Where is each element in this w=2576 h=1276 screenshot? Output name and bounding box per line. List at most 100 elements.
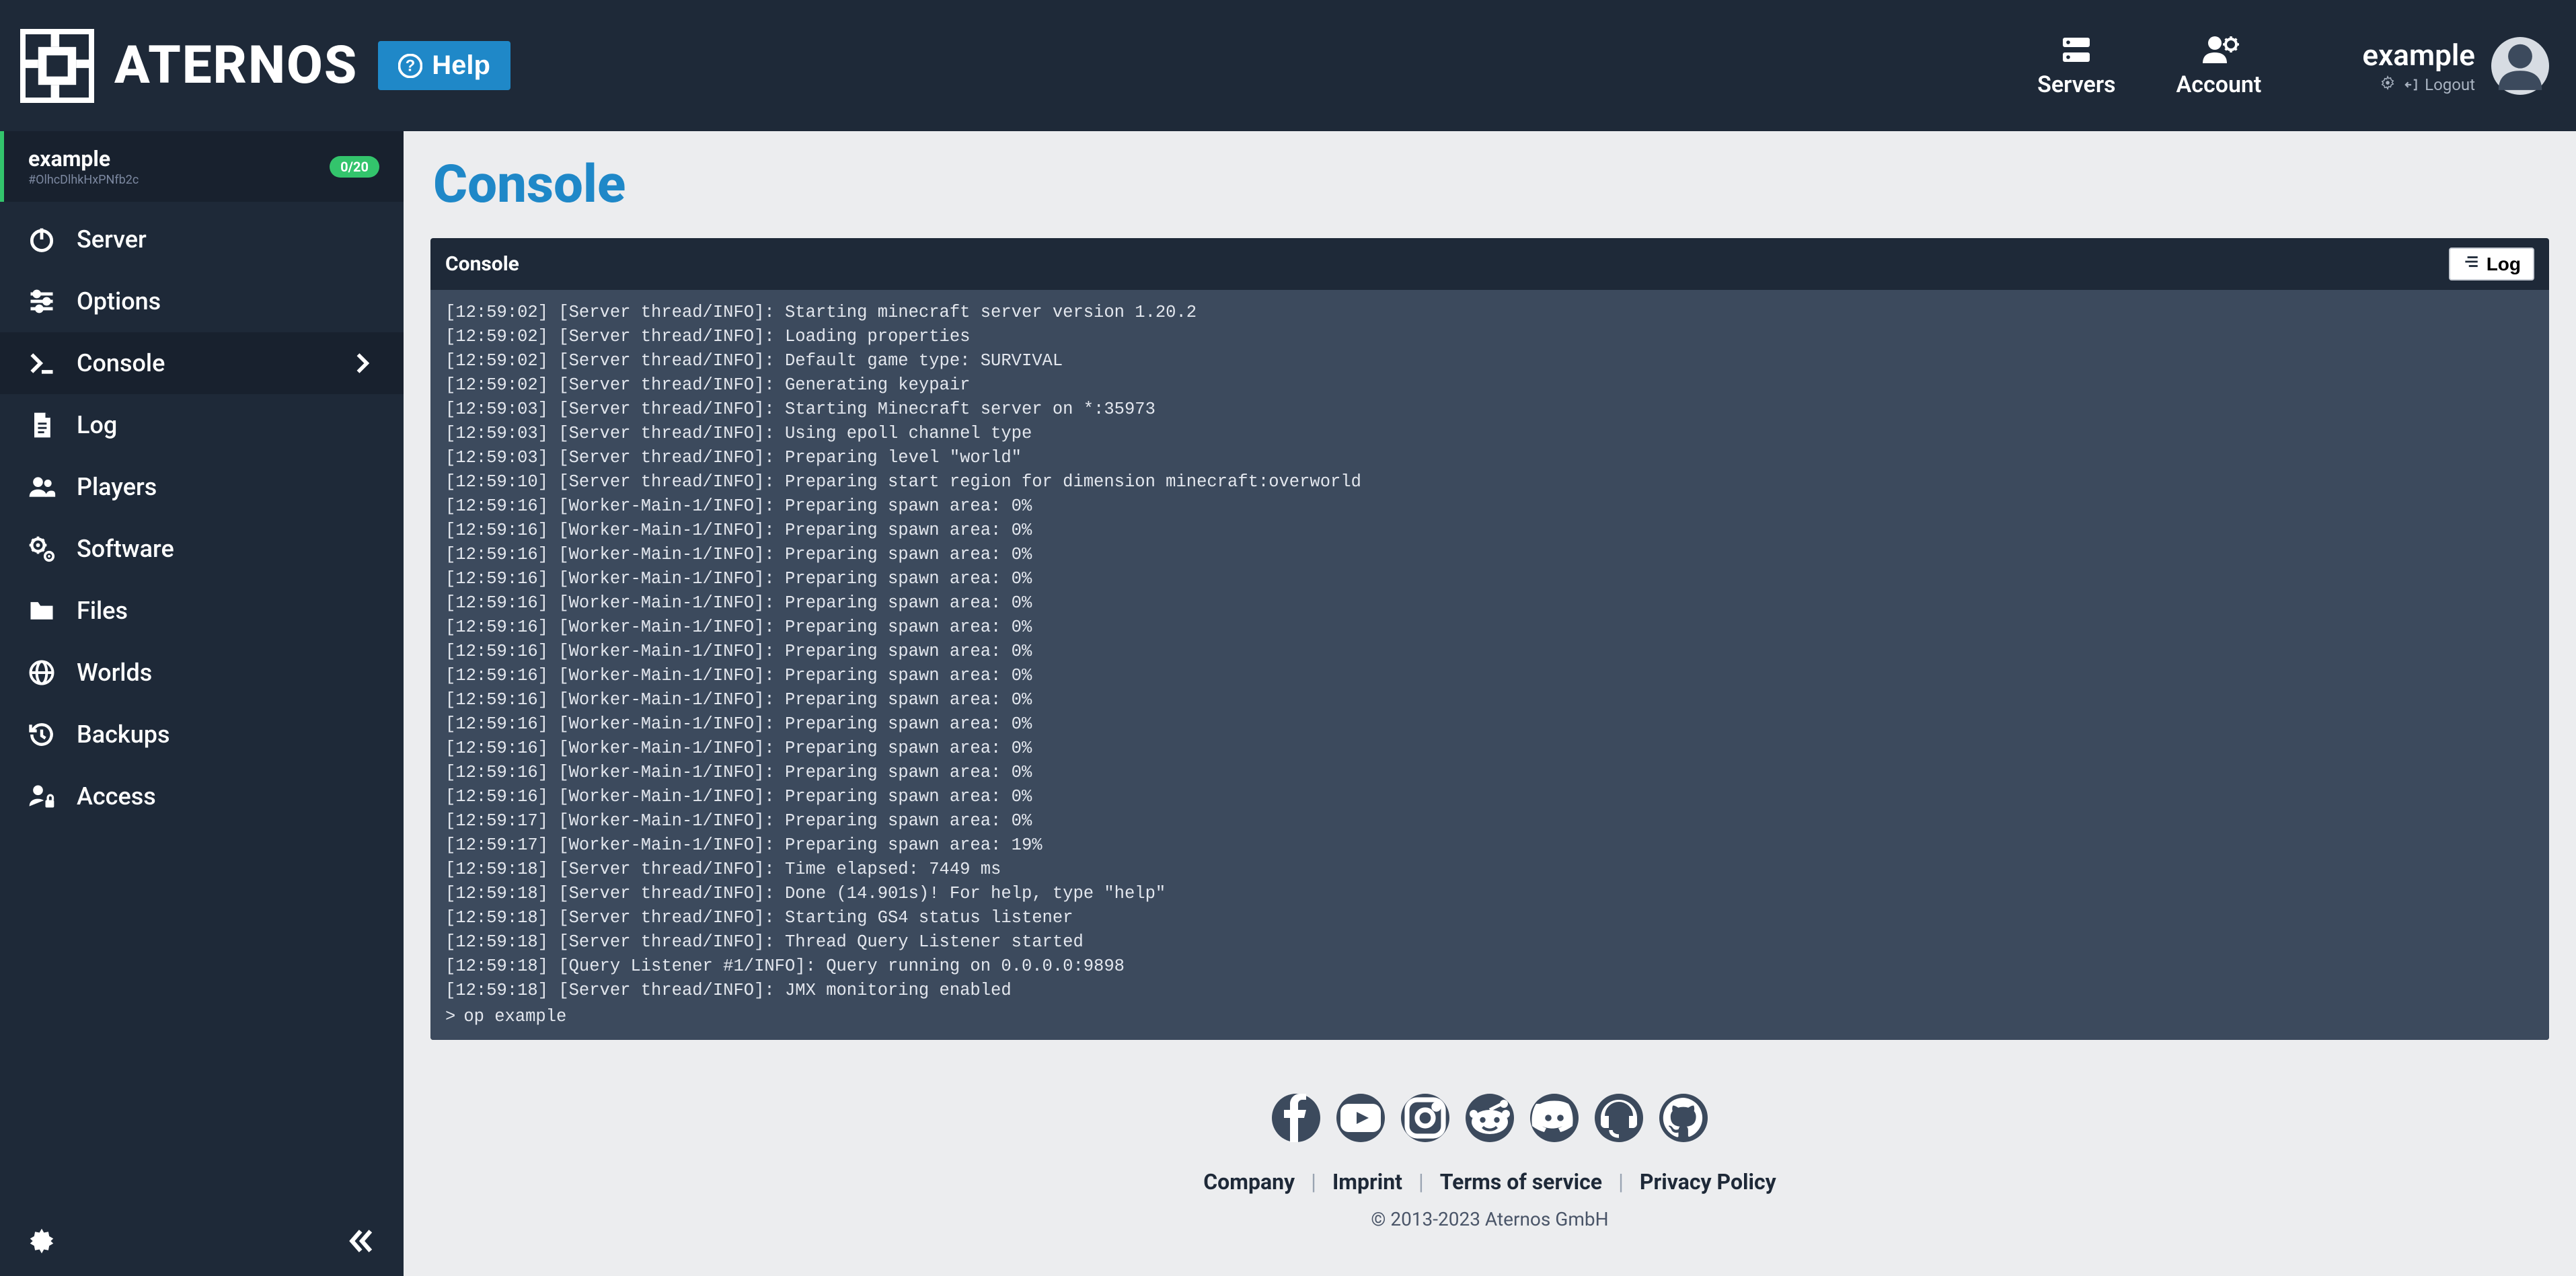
teamspeak-icon[interactable] bbox=[1595, 1094, 1643, 1142]
sidebar-item-access[interactable]: Access bbox=[0, 765, 404, 827]
user-lock-icon bbox=[27, 782, 56, 811]
sidebar-item-label: Console bbox=[77, 349, 165, 377]
console-line: [12:59:02] [Server thread/INFO]: Generat… bbox=[445, 373, 2534, 398]
footer-sep: | bbox=[1311, 1169, 1316, 1195]
github-icon[interactable] bbox=[1659, 1094, 1708, 1142]
console-line: [12:59:03] [Server thread/INFO]: Prepari… bbox=[445, 446, 2534, 470]
sidebar-item-label: Backups bbox=[77, 720, 169, 749]
console-line: [12:59:18] [Server thread/INFO]: Thread … bbox=[445, 930, 2534, 954]
server-card-name: example bbox=[28, 146, 330, 172]
reddit-icon[interactable] bbox=[1466, 1094, 1514, 1142]
chevron-right-icon bbox=[347, 348, 377, 378]
help-icon: ? bbox=[398, 54, 422, 78]
sidebar-item-backups[interactable]: Backups bbox=[0, 704, 404, 765]
footer-tos[interactable]: Terms of service bbox=[1440, 1169, 1602, 1195]
footer-sep: | bbox=[1618, 1169, 1624, 1195]
file-icon bbox=[27, 410, 56, 440]
users-icon bbox=[27, 472, 56, 502]
footer-sep: | bbox=[1418, 1169, 1424, 1195]
console-line: [12:59:16] [Worker-Main-1/INFO]: Prepari… bbox=[445, 688, 2534, 712]
console-line: [12:59:10] [Server thread/INFO]: Prepari… bbox=[445, 470, 2534, 494]
nav-servers-label: Servers bbox=[2037, 71, 2115, 98]
sidebar-item-label: Server bbox=[77, 225, 147, 254]
sliders-icon bbox=[27, 287, 56, 316]
console-line: [12:59:16] [Worker-Main-1/INFO]: Prepari… bbox=[445, 567, 2534, 591]
console-line: [12:59:17] [Worker-Main-1/INFO]: Prepari… bbox=[445, 809, 2534, 833]
console-line: [12:59:16] [Worker-Main-1/INFO]: Prepari… bbox=[445, 785, 2534, 809]
server-card-id: #OlhcDlhkHxPNfb2c bbox=[28, 173, 330, 187]
sidebar-item-options[interactable]: Options bbox=[0, 270, 404, 332]
console-line: [12:59:18] [Server thread/INFO]: JMX mon… bbox=[445, 979, 2534, 1003]
sidebar-item-label: Players bbox=[77, 473, 157, 501]
servers-icon bbox=[2057, 34, 2095, 66]
settings-icon[interactable] bbox=[27, 1226, 56, 1256]
collapse-icon[interactable] bbox=[347, 1226, 377, 1256]
console-output: [12:59:02] [Server thread/INFO]: Startin… bbox=[430, 290, 2549, 1040]
prompt-icon: > bbox=[445, 1007, 455, 1026]
gears-icon bbox=[27, 534, 56, 564]
footer-imprint[interactable]: Imprint bbox=[1332, 1169, 1402, 1195]
help-button[interactable]: ? Help bbox=[378, 41, 510, 90]
console-line: [12:59:18] [Query Listener #1/INFO]: Que… bbox=[445, 954, 2534, 979]
svg-text:?: ? bbox=[406, 57, 416, 75]
log-button-label: Log bbox=[2487, 254, 2521, 275]
console-line: [12:59:18] [Server thread/INFO]: Time el… bbox=[445, 858, 2534, 882]
console-line: [12:59:18] [Server thread/INFO]: Startin… bbox=[445, 906, 2534, 930]
sidebar-item-log[interactable]: Log bbox=[0, 394, 404, 456]
sidebar: example #OlhcDlhkHxPNfb2c 0/20 Server Op… bbox=[0, 131, 404, 1276]
sidebar-item-players[interactable]: Players bbox=[0, 456, 404, 518]
log-button[interactable]: Log bbox=[2449, 248, 2534, 280]
sidebar-item-software[interactable]: Software bbox=[0, 518, 404, 580]
console-line: [12:59:16] [Worker-Main-1/INFO]: Prepari… bbox=[445, 494, 2534, 519]
nav-account[interactable]: Account bbox=[2176, 34, 2262, 98]
sidebar-item-label: Options bbox=[77, 287, 161, 315]
console-panel: Console Log [12:59:02] [Server thread/IN… bbox=[430, 238, 2549, 1040]
facebook-icon[interactable] bbox=[1272, 1094, 1320, 1142]
console-line: [12:59:17] [Worker-Main-1/INFO]: Prepari… bbox=[445, 833, 2534, 858]
sidebar-item-label: Software bbox=[77, 535, 174, 563]
console-line: [12:59:16] [Worker-Main-1/INFO]: Prepari… bbox=[445, 591, 2534, 615]
console-line: [12:59:16] [Worker-Main-1/INFO]: Prepari… bbox=[445, 615, 2534, 640]
footer-privacy[interactable]: Privacy Policy bbox=[1640, 1169, 1776, 1195]
console-line: [12:59:02] [Server thread/INFO]: Loading… bbox=[445, 325, 2534, 349]
brand[interactable]: ATERNOS bbox=[20, 29, 358, 103]
nav-servers[interactable]: Servers bbox=[2037, 34, 2115, 98]
console-line: [12:59:16] [Worker-Main-1/INFO]: Prepari… bbox=[445, 712, 2534, 737]
sidebar-item-console[interactable]: Console bbox=[0, 332, 404, 394]
instagram-icon[interactable] bbox=[1401, 1094, 1449, 1142]
sidebar-item-label: Access bbox=[77, 782, 156, 811]
discord-icon[interactable] bbox=[1530, 1094, 1579, 1142]
server-badge: 0/20 bbox=[330, 156, 379, 178]
console-line: [12:59:16] [Worker-Main-1/INFO]: Prepari… bbox=[445, 543, 2534, 567]
console-line: [12:59:02] [Server thread/INFO]: Default… bbox=[445, 349, 2534, 373]
sidebar-item-worlds[interactable]: Worlds bbox=[0, 642, 404, 704]
header: ATERNOS ? Help Servers Account bbox=[0, 0, 2576, 131]
console-line: [12:59:16] [Worker-Main-1/INFO]: Prepari… bbox=[445, 519, 2534, 543]
console-input[interactable] bbox=[463, 1007, 2534, 1026]
console-line: [12:59:16] [Worker-Main-1/INFO]: Prepari… bbox=[445, 640, 2534, 664]
server-card[interactable]: example #OlhcDlhkHxPNfb2c 0/20 bbox=[0, 131, 404, 202]
console-line: [12:59:16] [Worker-Main-1/INFO]: Prepari… bbox=[445, 761, 2534, 785]
console-line: [12:59:16] [Worker-Main-1/INFO]: Prepari… bbox=[445, 737, 2534, 761]
footer-company[interactable]: Company bbox=[1203, 1169, 1295, 1195]
console-input-line: > bbox=[445, 1007, 2534, 1026]
console-line: [12:59:18] [Server thread/INFO]: Done (1… bbox=[445, 882, 2534, 906]
account-icon bbox=[2198, 34, 2240, 66]
globe-icon bbox=[27, 658, 56, 687]
main: Console Console Log [12:59:02] [Server t… bbox=[404, 131, 2576, 1276]
page-title: Console bbox=[404, 131, 2576, 238]
sidebar-item-label: Files bbox=[77, 597, 128, 625]
console-line: [12:59:03] [Server thread/INFO]: Using e… bbox=[445, 422, 2534, 446]
sidebar-item-files[interactable]: Files bbox=[0, 580, 404, 642]
sidebar-item-label: Worlds bbox=[77, 659, 152, 687]
avatar[interactable] bbox=[2491, 37, 2549, 95]
youtube-icon[interactable] bbox=[1336, 1094, 1385, 1142]
logout-link[interactable]: Logout bbox=[2404, 75, 2475, 94]
account-settings-icon[interactable] bbox=[2380, 75, 2395, 94]
copyright: © 2013-2023 Aternos GmbH bbox=[1371, 1208, 1608, 1230]
console-panel-title: Console bbox=[445, 252, 519, 276]
account-block: example Logout bbox=[2362, 37, 2549, 95]
terminal-icon bbox=[27, 348, 56, 378]
sidebar-item-server[interactable]: Server bbox=[0, 209, 404, 270]
power-icon bbox=[27, 225, 56, 254]
